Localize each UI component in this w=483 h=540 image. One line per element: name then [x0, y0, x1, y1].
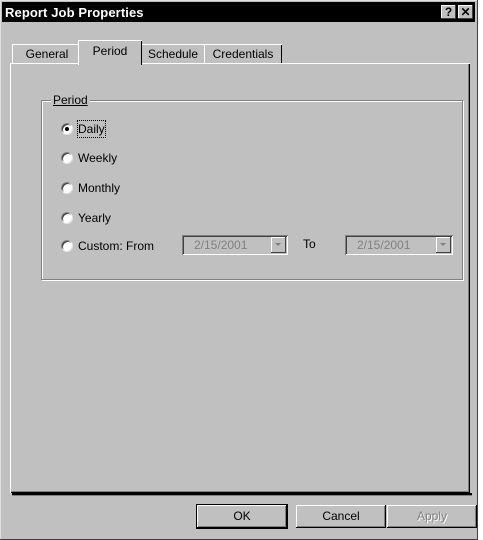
window-title: Report Job Properties [5, 5, 144, 20]
from-date-combo[interactable]: 2/15/2001 [182, 235, 288, 255]
help-button[interactable]: ? [441, 5, 456, 19]
radio-monthly-circle [61, 182, 73, 194]
chevron-down-icon[interactable] [271, 237, 286, 253]
tab-schedule[interactable]: Schedule [138, 44, 208, 64]
ok-button-label: OK [233, 509, 251, 523]
radio-yearly-circle [61, 212, 73, 224]
radio-daily-label: Daily [77, 120, 106, 138]
tab-period-label: Period [92, 44, 128, 58]
chevron-down-icon[interactable] [436, 237, 451, 253]
radio-weekly-circle [61, 152, 73, 164]
help-icon: ? [444, 5, 453, 19]
radio-monthly-label: Monthly [78, 181, 121, 195]
to-date-value: 2/15/2001 [357, 238, 411, 252]
title-bar[interactable]: Report Job Properties ? ✕ [2, 2, 475, 22]
ok-button[interactable]: OK [196, 504, 288, 529]
to-date-combo[interactable]: 2/15/2001 [345, 235, 453, 255]
radio-custom-circle [61, 240, 73, 252]
tab-credentials[interactable]: Credentials [204, 44, 282, 64]
footer-divider [12, 493, 472, 495]
tab-general[interactable]: General [12, 44, 82, 64]
period-group-text: Period [53, 93, 88, 107]
radio-selected-dot [65, 127, 69, 131]
dialog-window: Report Job Properties ? ✕ General Period… [0, 0, 478, 540]
radio-weekly-label: Weekly [78, 151, 118, 165]
period-group-label: Period [51, 93, 90, 107]
close-icon: ✕ [460, 5, 471, 19]
close-button[interactable]: ✕ [458, 5, 473, 19]
apply-button-label: Apply [416, 509, 448, 523]
radio-yearly-label: Yearly [78, 211, 111, 225]
cancel-button[interactable]: Cancel [296, 505, 386, 528]
tab-period[interactable]: Period [78, 40, 142, 65]
tab-general-label: General [25, 47, 69, 61]
apply-button[interactable]: Apply [387, 505, 477, 528]
radio-custom-label: Custom: From [78, 239, 155, 253]
tab-credentials-label: Credentials [212, 47, 274, 61]
cancel-button-label: Cancel [322, 509, 360, 523]
from-date-value: 2/15/2001 [194, 238, 248, 252]
tab-schedule-label: Schedule [147, 47, 199, 61]
to-label: To [303, 237, 316, 251]
